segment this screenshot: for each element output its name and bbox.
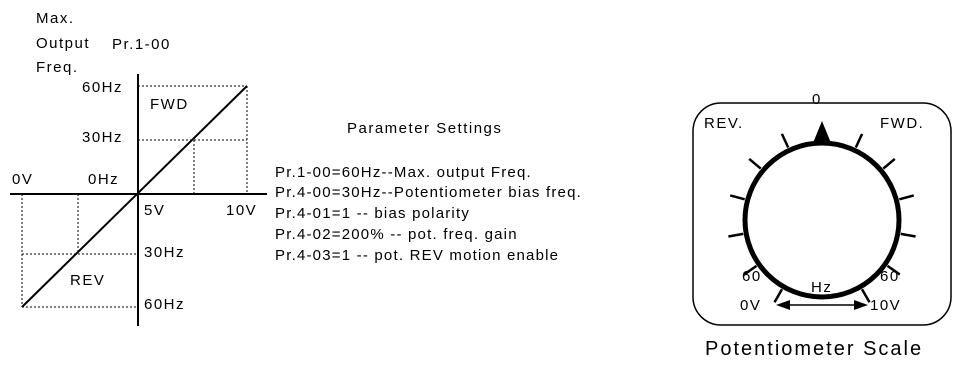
scale-tick — [728, 232, 744, 238]
scale-tick — [860, 288, 871, 303]
y-axis-title-line-1: Max. — [36, 10, 75, 27]
right-volt-label: 10V — [226, 202, 258, 219]
center-volt-label: 5V — [144, 202, 166, 219]
knob-left-max-label: 60 — [742, 268, 762, 285]
zero-pointer-icon — [813, 121, 831, 143]
knob-zero-label: 0 — [812, 91, 822, 108]
knob-right-volt-label: 10V — [870, 297, 902, 314]
y-axis-title-param: Pr.1-00 — [112, 36, 171, 53]
knob-unit-label: Hz — [811, 279, 833, 296]
potentiometer-knob: 0 REV. FWD. 60 60 Hz 0V 10V — [690, 92, 954, 328]
settings-title: Parameter Settings — [347, 120, 503, 137]
neg-top-freq-label: 60Hz — [144, 296, 186, 313]
top-freq-label: 60Hz — [82, 79, 124, 96]
scale-tick — [748, 157, 762, 170]
fwd-label: FWD — [150, 96, 189, 113]
scale-tick — [729, 194, 746, 201]
rev-label: REV — [70, 272, 106, 289]
range-arrow-left-icon — [776, 300, 790, 310]
scale-tick — [773, 288, 784, 303]
neg-mid-freq-label: 30Hz — [144, 244, 186, 261]
settings-line: Pr.1-00=60Hz--Max. output Freq. — [275, 164, 532, 181]
settings-line: Pr.4-03=1 -- pot. REV motion enable — [275, 247, 560, 264]
scale-tick — [882, 157, 896, 170]
range-arrow-right-icon — [854, 300, 868, 310]
zero-freq-label: 0Hz — [88, 171, 120, 188]
left-volt-label: 0V — [12, 171, 34, 188]
settings-line: Pr.4-00=30Hz--Potentiometer bias freq. — [275, 184, 582, 201]
settings-line: Pr.4-02=200% -- pot. freq. gain — [275, 226, 518, 243]
potentiometer-scale-title: Potentiometer Scale — [705, 338, 924, 360]
knob-rev-label: REV. — [704, 115, 744, 132]
scale-tick — [780, 133, 790, 149]
knob-dial — [742, 140, 902, 300]
mid-freq-label: 30Hz — [82, 129, 124, 146]
frequency-line — [21, 85, 248, 308]
knob-left-volt-label: 0V — [740, 297, 762, 314]
y-axis-title-line-3: Freq. — [36, 59, 79, 76]
knob-right-max-label: 60 — [880, 268, 900, 285]
scale-tick — [900, 232, 916, 238]
knob-fwd-label: FWD. — [880, 115, 925, 132]
settings-line: Pr.4-01=1 -- bias polarity — [275, 205, 471, 222]
scale-tick — [898, 194, 915, 201]
scale-tick — [854, 133, 864, 149]
y-axis-title-line-2: Output — [36, 35, 91, 52]
